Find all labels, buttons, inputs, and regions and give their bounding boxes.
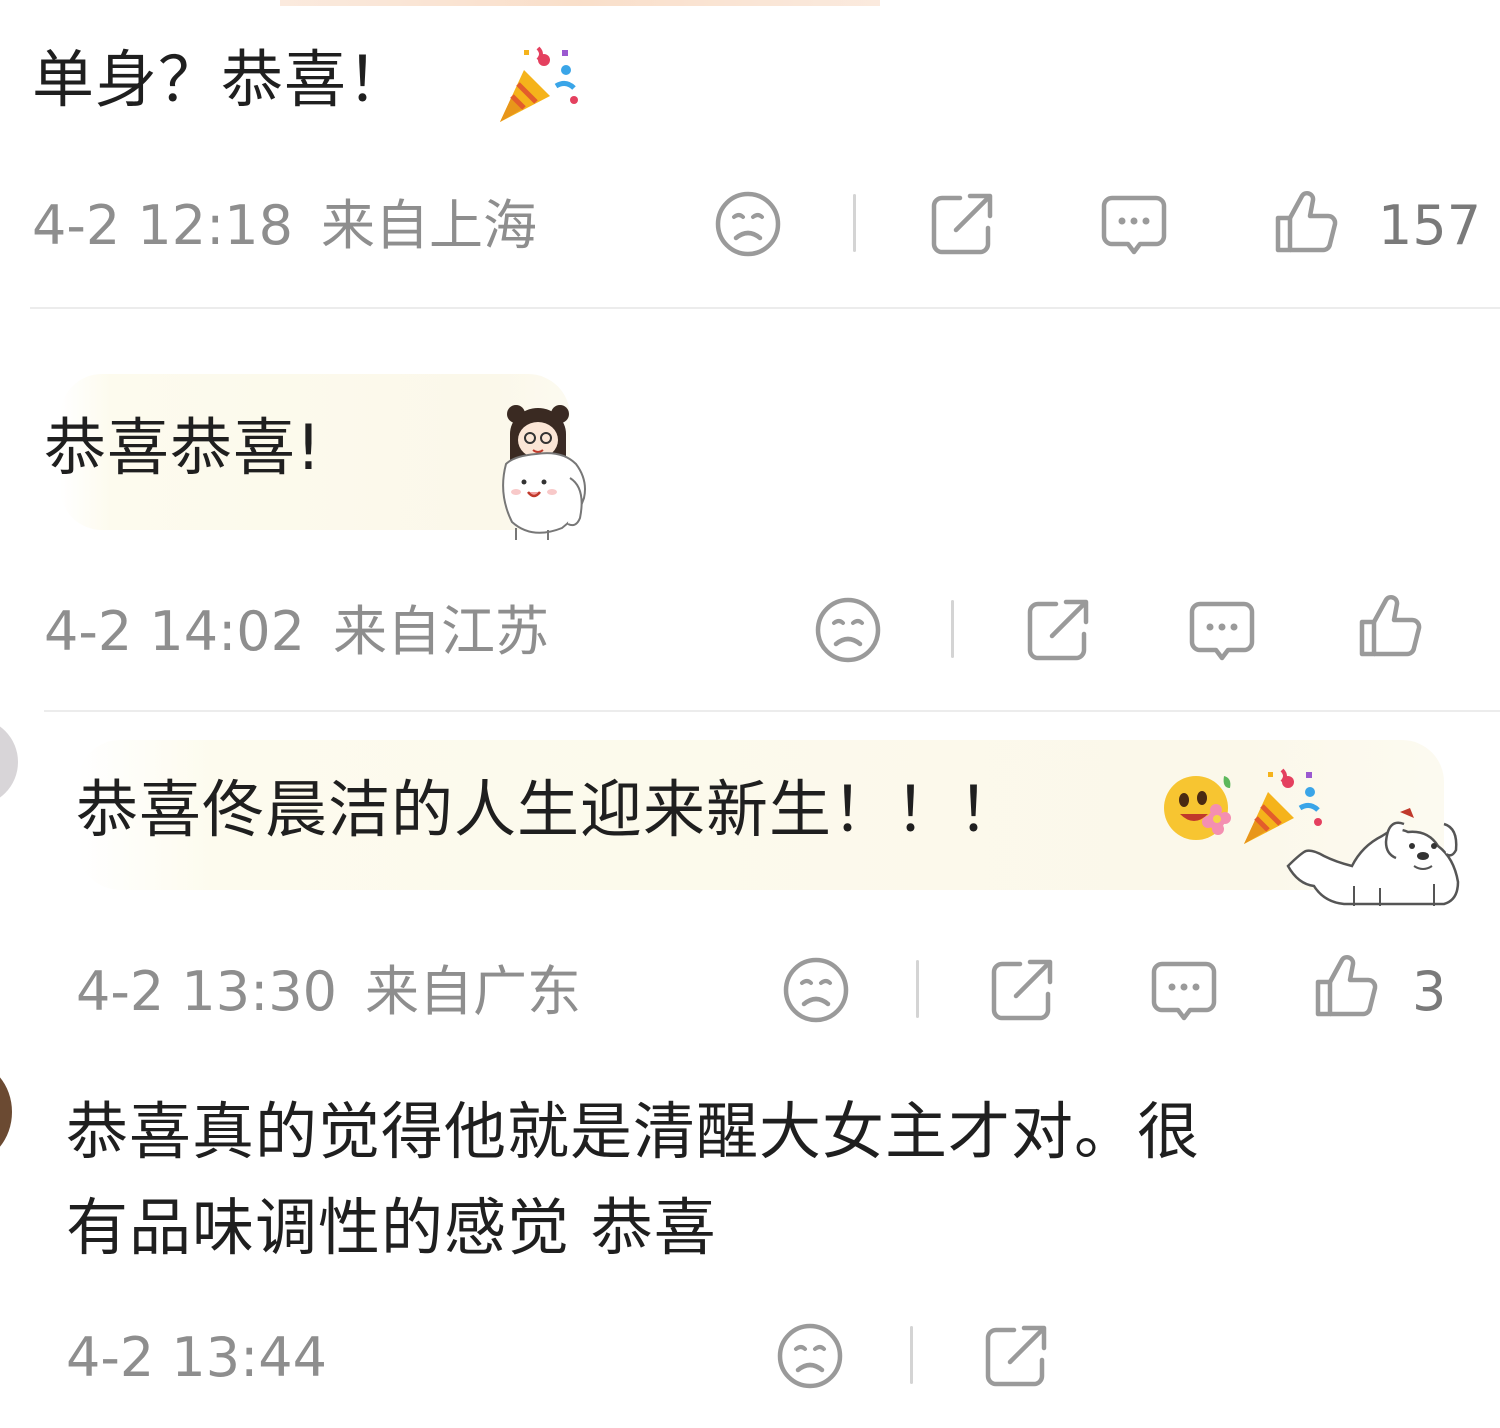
lounging-dog-sticker xyxy=(1284,804,1464,912)
like-button[interactable] xyxy=(1310,950,1382,1022)
comment-text-line-2: 有品味调性的感觉 恭喜 xyxy=(66,1191,717,1264)
share-icon xyxy=(991,959,1053,1021)
share-button[interactable] xyxy=(986,954,1058,1026)
comment-item: 恭喜恭喜! 4-2 14:02 来自江苏 xyxy=(0,310,1500,712)
comment-item: 单身？恭喜！ 4-2 12:18 来自上海 157 xyxy=(0,0,1500,310)
comment-bubble-icon xyxy=(1189,601,1255,661)
dislike-button[interactable] xyxy=(780,954,852,1026)
comment-bubble-icon xyxy=(1101,195,1167,255)
girl-with-white-dog-sticker xyxy=(486,404,590,548)
comment-meta: 4-2 14:02 来自江苏 xyxy=(44,602,549,662)
reply-button[interactable] xyxy=(1098,188,1170,260)
comment-meta: 4-2 13:30 来自广东 xyxy=(76,962,581,1022)
comment-item: 恭喜真的觉得他就是清醒大女主才对。很 有品味调性的感觉 恭喜 4-2 13:44 xyxy=(0,1042,1500,1428)
share-button[interactable] xyxy=(1022,594,1094,666)
comment-time: 4-2 13:30 xyxy=(76,960,337,1023)
action-separator xyxy=(951,600,954,658)
comment-location: 来自广东 xyxy=(364,960,581,1023)
reply-button[interactable] xyxy=(1148,954,1220,1026)
share-button[interactable] xyxy=(926,188,998,260)
comment-time: 4-2 12:18 xyxy=(32,194,293,257)
dislike-button[interactable] xyxy=(774,1320,846,1392)
share-button[interactable] xyxy=(980,1320,1052,1392)
share-icon xyxy=(985,1325,1047,1387)
reply-button[interactable] xyxy=(1186,594,1258,666)
comment-location: 来自江苏 xyxy=(332,600,549,663)
comment-item: 恭喜佟晨洁的人生迎来新生！！！ 4-2 13:30 来自广东 3 xyxy=(0,712,1500,1042)
like-button[interactable] xyxy=(1270,186,1342,258)
comment-text-line-1: 恭喜真的觉得他就是清醒大女主才对。很 xyxy=(66,1095,1201,1168)
comment-text: 恭喜恭喜! xyxy=(44,411,322,484)
action-separator xyxy=(916,960,919,1018)
thumbs-up-icon xyxy=(1315,955,1378,1017)
like-count: 157 xyxy=(1378,194,1482,257)
comment-divider xyxy=(30,307,1500,309)
thumbs-up-icon xyxy=(1275,191,1338,253)
share-icon xyxy=(931,193,993,255)
sad-face-icon xyxy=(777,1323,843,1389)
share-icon xyxy=(1027,599,1089,661)
like-count: 3 xyxy=(1412,960,1447,1023)
comment-time: 4-2 14:02 xyxy=(44,600,305,663)
comment-location: 来自上海 xyxy=(320,194,537,257)
sad-face-icon xyxy=(783,957,849,1023)
comment-text: 单身？恭喜！ xyxy=(32,43,411,116)
thumbs-up-icon xyxy=(1359,595,1422,657)
like-button[interactable] xyxy=(1354,590,1426,662)
action-separator xyxy=(853,194,856,252)
dislike-button[interactable] xyxy=(812,594,884,666)
comment-meta: 4-2 13:44 xyxy=(66,1328,327,1388)
comment-text: 恭喜佟晨洁的人生迎来新生！！！ xyxy=(76,773,1022,846)
comment-time: 4-2 13:44 xyxy=(66,1326,327,1389)
sad-face-icon xyxy=(815,597,881,663)
comment-bubble-icon xyxy=(1151,961,1217,1021)
comment-meta: 4-2 12:18 来自上海 xyxy=(32,196,537,256)
action-separator xyxy=(910,1326,913,1384)
party-popper-emoji xyxy=(494,40,580,130)
dislike-button[interactable] xyxy=(712,188,784,260)
happy-flower-face-emoji xyxy=(1162,768,1238,848)
sad-face-icon xyxy=(715,191,781,257)
